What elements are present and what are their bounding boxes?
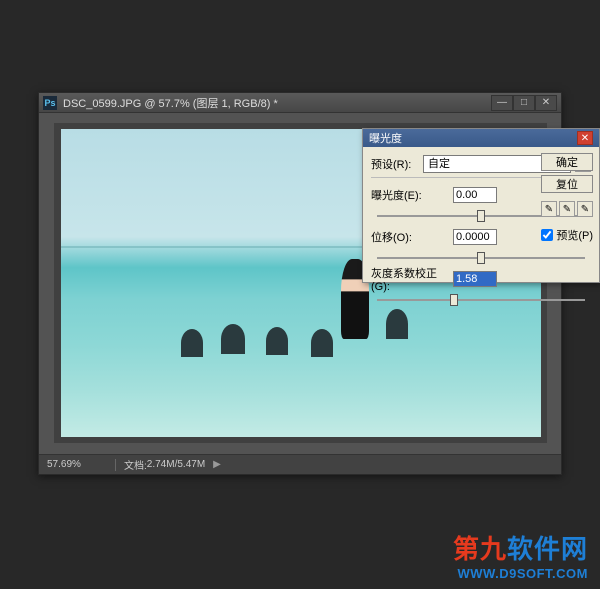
- dialog-title: 曝光度: [369, 130, 402, 146]
- slider-thumb[interactable]: [477, 252, 485, 264]
- offset-label: 位移(O):: [371, 229, 453, 245]
- preview-checkbox[interactable]: [541, 229, 553, 241]
- close-button[interactable]: ✕: [535, 95, 557, 111]
- flyout-icon[interactable]: ▶: [213, 459, 221, 470]
- watermark-text: 第九软件网: [453, 529, 588, 566]
- dialog-buttons: 确定 复位 ✎ ✎ ✎ 预览(P): [539, 153, 593, 243]
- window-controls: — □ ✕: [491, 95, 557, 111]
- dialog-body: 预设(R): 自定 ≡ 曝光度(E): 位移(O): 灰度系数校正(G):: [363, 147, 599, 282]
- preset-label: 预设(R):: [371, 156, 423, 172]
- gamma-slider[interactable]: [377, 292, 585, 308]
- dialog-close-button[interactable]: ✕: [577, 131, 593, 145]
- document-title: DSC_0599.JPG @ 57.7% (图层 1, RGB/8) *: [63, 95, 491, 111]
- preview-label: 预览(P): [556, 227, 593, 243]
- title-bar[interactable]: Ps DSC_0599.JPG @ 57.7% (图层 1, RGB/8) * …: [39, 93, 561, 113]
- dialog-title-bar[interactable]: 曝光度 ✕: [363, 129, 599, 147]
- doc-size-value: 2.74M/5.47M: [147, 459, 205, 470]
- figure: [221, 324, 245, 354]
- minimize-button[interactable]: —: [491, 95, 513, 111]
- watermark: 第九软件网 WWW.D9SOFT.COM: [453, 529, 588, 581]
- exposure-dialog: 曝光度 ✕ 预设(R): 自定 ≡ 曝光度(E): 位移(O):: [362, 128, 600, 283]
- figure: [266, 327, 288, 355]
- separator: [115, 459, 116, 471]
- watermark-url: WWW.D9SOFT.COM: [453, 566, 588, 581]
- figure: [311, 329, 333, 357]
- preview-checkbox-row[interactable]: 预览(P): [541, 227, 593, 243]
- status-bar: 57.69% 文档: 2.74M/5.47M ▶: [39, 454, 561, 474]
- offset-input[interactable]: [453, 229, 497, 245]
- exposure-input[interactable]: [453, 187, 497, 203]
- exposure-label: 曝光度(E):: [371, 187, 453, 203]
- gamma-row: 灰度系数校正(G):: [371, 266, 591, 292]
- ok-button[interactable]: 确定: [541, 153, 593, 171]
- slider-track-line: [377, 299, 585, 301]
- gamma-input[interactable]: [453, 271, 497, 287]
- zoom-value[interactable]: 57.69%: [47, 459, 107, 470]
- maximize-button[interactable]: □: [513, 95, 535, 111]
- ps-icon: Ps: [43, 96, 57, 110]
- gamma-label: 灰度系数校正(G):: [371, 265, 453, 293]
- figure: [386, 309, 408, 339]
- slider-thumb[interactable]: [450, 294, 458, 306]
- cancel-button[interactable]: 复位: [541, 175, 593, 193]
- figure: [181, 329, 203, 357]
- eyedropper-white-icon[interactable]: ✎: [577, 201, 593, 217]
- doc-size-label: 文档:: [124, 457, 147, 472]
- eyedropper-black-icon[interactable]: ✎: [541, 201, 557, 217]
- eyedropper-gray-icon[interactable]: ✎: [559, 201, 575, 217]
- offset-slider[interactable]: [377, 250, 585, 266]
- slider-thumb[interactable]: [477, 210, 485, 222]
- eyedropper-group: ✎ ✎ ✎: [541, 201, 593, 217]
